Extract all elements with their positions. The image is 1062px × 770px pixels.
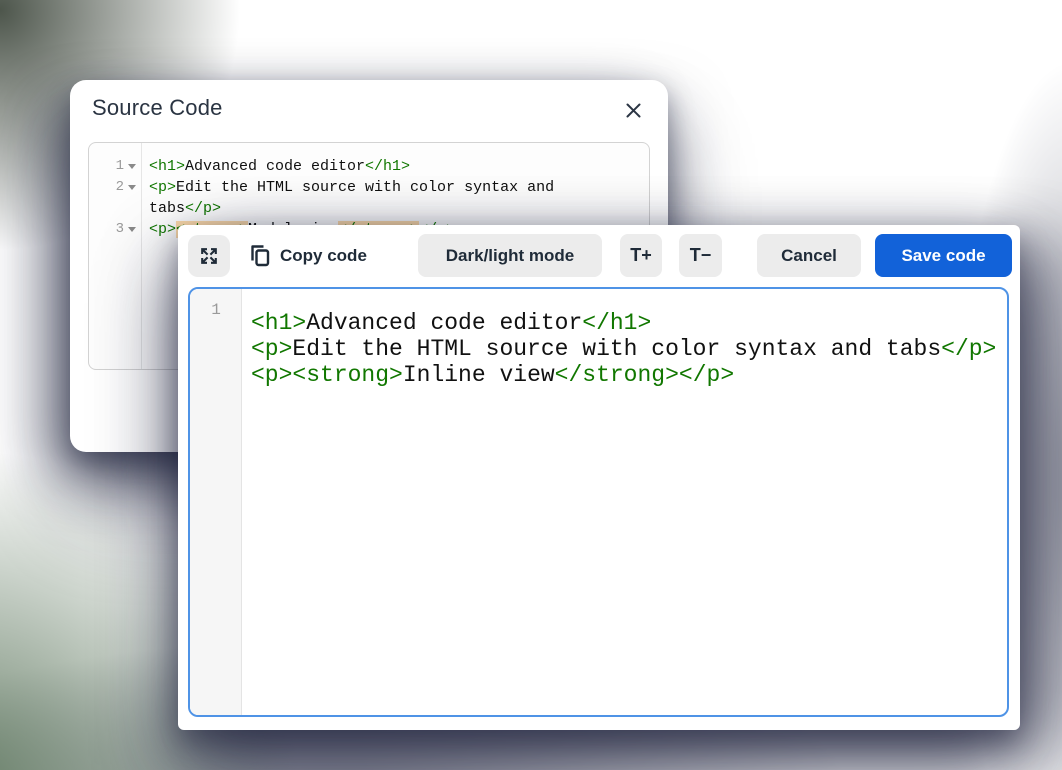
html-tag-token: <p>: [149, 221, 176, 238]
fold-caret-down-icon[interactable]: [128, 164, 136, 169]
inline-code-editor[interactable]: 1 <h1>Advanced code editor</h1> <p>Edit …: [188, 287, 1009, 717]
text-token: Edit the HTML source with color syntax a…: [292, 336, 941, 362]
modal-title: Source Code: [92, 95, 223, 121]
html-tag-token: </h1>: [582, 310, 651, 336]
save-code-button[interactable]: Save code: [875, 234, 1012, 277]
code-line: <p>Edit the HTML source with color synta…: [251, 336, 996, 362]
inline-code-content[interactable]: <h1>Advanced code editor</h1> <p>Edit th…: [251, 310, 996, 388]
fold-caret-down-icon[interactable]: [128, 227, 136, 232]
close-button[interactable]: [620, 97, 646, 123]
fullscreen-button[interactable]: [188, 235, 230, 277]
gutter-row: 1: [89, 156, 141, 177]
copy-code-button[interactable]: Copy code: [248, 235, 367, 277]
text-token: Advanced code editor: [185, 158, 365, 175]
copy-icon: [248, 244, 271, 269]
text-token: Advanced code editor: [306, 310, 582, 336]
editor-gutter: 1: [190, 289, 242, 715]
fold-caret-down-icon[interactable]: [128, 185, 136, 190]
html-tag-token: <h1>: [149, 158, 185, 175]
expand-arrows-icon: [198, 245, 220, 267]
code-line: <h1>Advanced code editor</h1>: [251, 310, 996, 336]
close-icon: [624, 101, 643, 120]
font-increase-button[interactable]: T+: [620, 234, 662, 277]
html-tag-token: </strong>: [555, 362, 679, 388]
html-tag-token: <p>: [149, 179, 176, 196]
html-tag-token: </p>: [941, 336, 996, 362]
html-tag-token: </p>: [679, 362, 734, 388]
html-tag-token: </h1>: [365, 158, 410, 175]
copy-code-label: Copy code: [280, 246, 367, 266]
html-tag-token: <p>: [251, 336, 292, 362]
html-tag-token: <h1>: [251, 310, 306, 336]
code-line: <h1>Advanced code editor</h1>: [149, 156, 624, 177]
line-number: 1: [116, 156, 124, 177]
font-decrease-button[interactable]: T−: [679, 234, 722, 277]
code-line: <p><strong>Inline view</strong></p>: [251, 362, 996, 388]
inline-editor-panel: Copy code Dark/light mode T+ T− Cancel S…: [178, 225, 1020, 730]
cancel-button[interactable]: Cancel: [757, 234, 861, 277]
gutter-row: 2: [89, 177, 141, 198]
line-number: 2: [116, 177, 124, 198]
html-tag-token: <strong>: [292, 362, 402, 388]
code-line: <p>Edit the HTML source with color synta…: [149, 177, 624, 219]
line-number: 1: [190, 299, 242, 321]
gutter-row: 3: [89, 219, 141, 240]
dark-light-mode-button[interactable]: Dark/light mode: [418, 234, 602, 277]
text-token: Inline view: [403, 362, 555, 388]
line-number: 3: [116, 219, 124, 240]
html-tag-token: </p>: [185, 200, 221, 217]
html-tag-token: <p>: [251, 362, 292, 388]
